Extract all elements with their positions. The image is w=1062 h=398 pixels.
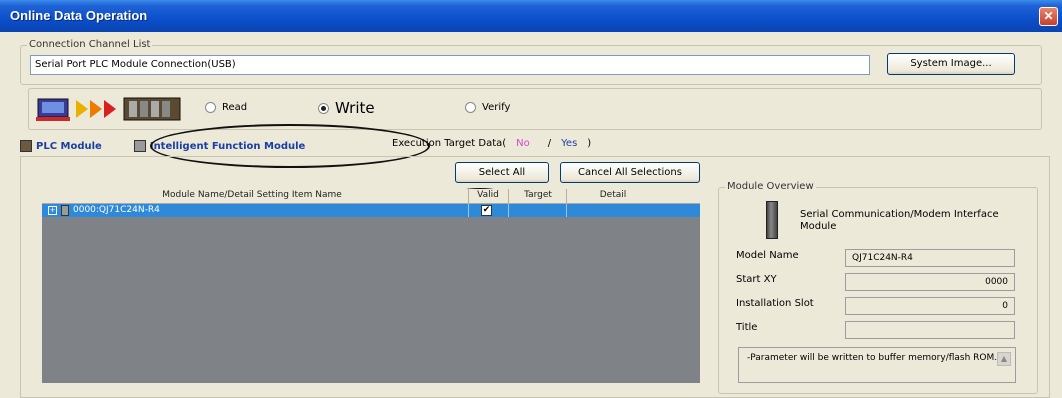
module-grid-body[interactable] xyxy=(42,193,700,383)
tab-strip: PLC Module Intelligent Function Module xyxy=(20,136,317,156)
grid-col-valid[interactable]: Valid xyxy=(470,190,506,200)
write-radio-dot[interactable] xyxy=(318,102,329,114)
execution-target-slash: / xyxy=(547,138,552,149)
execution-target-label: Execution Target Data( xyxy=(392,138,507,149)
start-xy-label: Start XY xyxy=(736,274,777,285)
grid-col-sep xyxy=(508,189,509,203)
module-type-text: Serial Communication/Modem Interface Mod… xyxy=(800,209,999,232)
execution-target-close: ) xyxy=(587,138,592,149)
grid-col-detail[interactable]: Detail xyxy=(568,190,658,200)
execution-target-data: Execution Target Data( No / Yes ) xyxy=(392,138,591,149)
valid-checkbox[interactable]: ✔ xyxy=(481,205,492,216)
model-name-label: Model Name xyxy=(736,250,799,261)
module-icon xyxy=(61,205,69,216)
read-radio-label: Read xyxy=(222,102,248,113)
write-radio[interactable]: Write xyxy=(318,99,375,117)
title-field xyxy=(845,321,1015,339)
row-sep xyxy=(566,204,567,217)
connection-channel-field[interactable]: Serial Port PLC Module Connection(USB) xyxy=(30,55,870,75)
grid-col-target[interactable]: Target xyxy=(510,190,566,200)
module-icon-large xyxy=(766,201,778,239)
grid-header: Module Name/Detail Setting Item Name Val… xyxy=(42,189,700,204)
overview-note: -Parameter will be written to buffer mem… xyxy=(738,347,1016,383)
read-radio-dot[interactable] xyxy=(205,102,216,113)
tab-intelligent-function-module[interactable]: Intelligent Function Module xyxy=(133,140,306,152)
connection-channel-legend: Connection Channel List xyxy=(27,39,153,50)
grid-col-name[interactable]: Module Name/Detail Setting Item Name xyxy=(42,190,462,200)
verify-radio-label: Verify xyxy=(482,102,511,113)
grid-col-sep xyxy=(468,189,469,203)
row-module-name: 0000:QJ71C24N-R4 xyxy=(73,205,160,215)
installation-slot-field: 0 xyxy=(845,297,1015,315)
write-radio-label: Write xyxy=(335,99,375,117)
overview-note-text: -Parameter will be written to buffer mem… xyxy=(747,353,998,363)
system-image-button[interactable]: System Image... xyxy=(887,53,1015,75)
table-row[interactable]: + 0000:QJ71C24N-R4 ✔ xyxy=(42,204,700,217)
window-title: Online Data Operation xyxy=(10,8,148,23)
cancel-all-selections-button[interactable]: Cancel All Selections xyxy=(560,162,700,183)
verify-radio-dot[interactable] xyxy=(465,102,476,113)
verify-radio[interactable]: Verify xyxy=(465,102,510,113)
tab-plc-module-label: PLC Module xyxy=(36,140,102,152)
execution-target-no: No xyxy=(516,138,530,149)
title-label: Title xyxy=(736,322,758,333)
tab-plc-module[interactable]: PLC Module xyxy=(20,140,102,152)
select-all-button[interactable]: Select All xyxy=(455,162,549,183)
model-name-field: QJ71C24N-R4 xyxy=(845,249,1015,267)
scroll-up-icon[interactable]: ▲ xyxy=(997,352,1011,366)
read-radio[interactable]: Read xyxy=(205,102,247,113)
expand-icon[interactable]: + xyxy=(48,206,57,215)
module-overview-legend: Module Overview xyxy=(725,181,816,192)
row-sep xyxy=(508,204,509,217)
start-xy-field: 0000 xyxy=(845,273,1015,291)
intelligent-module-icon xyxy=(133,140,146,152)
execution-target-yes: Yes xyxy=(561,138,578,149)
grid-col-sep xyxy=(566,189,567,203)
close-button[interactable]: ✕ xyxy=(1039,7,1058,26)
row-sep xyxy=(468,204,469,217)
plc-transfer-icon xyxy=(36,97,181,121)
title-bar: Online Data Operation ✕ xyxy=(0,0,1062,32)
plc-module-icon xyxy=(20,140,32,152)
tab-intelligent-function-module-label: Intelligent Function Module xyxy=(149,140,306,152)
row-name-cell: + 0000:QJ71C24N-R4 xyxy=(48,204,160,217)
installation-slot-label: Installation Slot xyxy=(736,298,814,309)
